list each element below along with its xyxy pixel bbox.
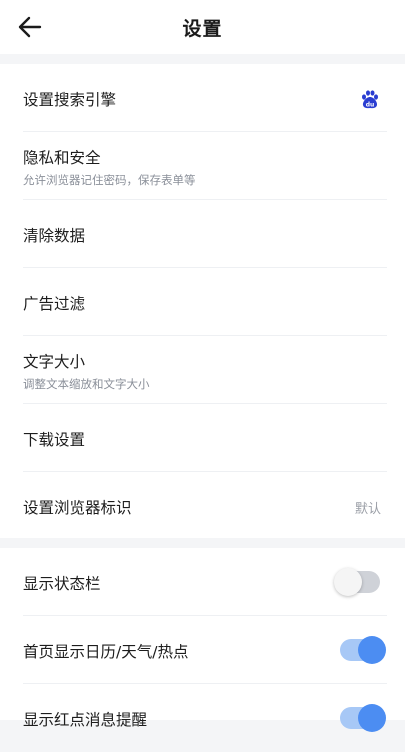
toggle-knob <box>358 636 386 664</box>
browser-ua-item[interactable]: 设置浏览器标识 默认 <box>0 472 405 540</box>
search-engine-item[interactable]: 设置搜索引擎 du <box>0 64 405 132</box>
privacy-security-item[interactable]: 隐私和安全 允许浏览器记住密码，保存表单等 <box>0 132 405 200</box>
toggle-knob <box>334 568 362 596</box>
download-settings-item[interactable]: 下载设置 <box>0 404 405 472</box>
privacy-description: 允许浏览器记住密码，保存表单等 <box>23 173 196 187</box>
red-dot-item: 显示红点消息提醒 <box>0 684 405 752</box>
status-bar-label: 显示状态栏 <box>23 575 101 593</box>
privacy-label: 隐私和安全 <box>23 149 101 167</box>
red-dot-label: 显示红点消息提醒 <box>23 711 148 729</box>
home-widgets-label: 首页显示日历/天气/热点 <box>23 643 189 661</box>
text-size-description: 调整文本缩放和文字大小 <box>23 377 150 391</box>
download-settings-label: 下载设置 <box>23 431 86 449</box>
top-bar: 设置 <box>0 0 405 54</box>
home-widgets-item: 首页显示日历/天气/热点 <box>0 616 405 684</box>
baidu-logo-icon: du <box>362 90 378 109</box>
toggle-knob <box>358 704 386 732</box>
ad-filter-label: 广告过滤 <box>23 295 86 313</box>
red-dot-toggle[interactable] <box>340 704 386 732</box>
text-size-item[interactable]: 文字大小 调整文本缩放和文字大小 <box>0 336 405 404</box>
browser-ua-value: 默认 <box>354 502 381 517</box>
svg-text:du: du <box>366 102 375 109</box>
ad-filter-item[interactable]: 广告过滤 <box>0 268 405 336</box>
clear-data-item[interactable]: 清除数据 <box>0 200 405 268</box>
search-engine-label: 设置搜索引擎 <box>23 91 117 109</box>
settings-group-display: 显示状态栏 首页显示日历/天气/热点 显示红点消息提醒 <box>0 548 405 732</box>
browser-ua-label: 设置浏览器标识 <box>23 499 132 517</box>
settings-group-general: 设置搜索引擎 du 隐私和安全 允许浏览器记住密码，保存表单等 清除数据 广告过… <box>0 64 405 538</box>
clear-data-label: 清除数据 <box>23 227 86 245</box>
page-title: 设置 <box>182 18 223 40</box>
home-widgets-toggle[interactable] <box>340 636 386 664</box>
status-bar-toggle[interactable] <box>334 568 380 596</box>
status-bar-item: 显示状态栏 <box>0 548 405 616</box>
text-size-label: 文字大小 <box>23 353 86 371</box>
